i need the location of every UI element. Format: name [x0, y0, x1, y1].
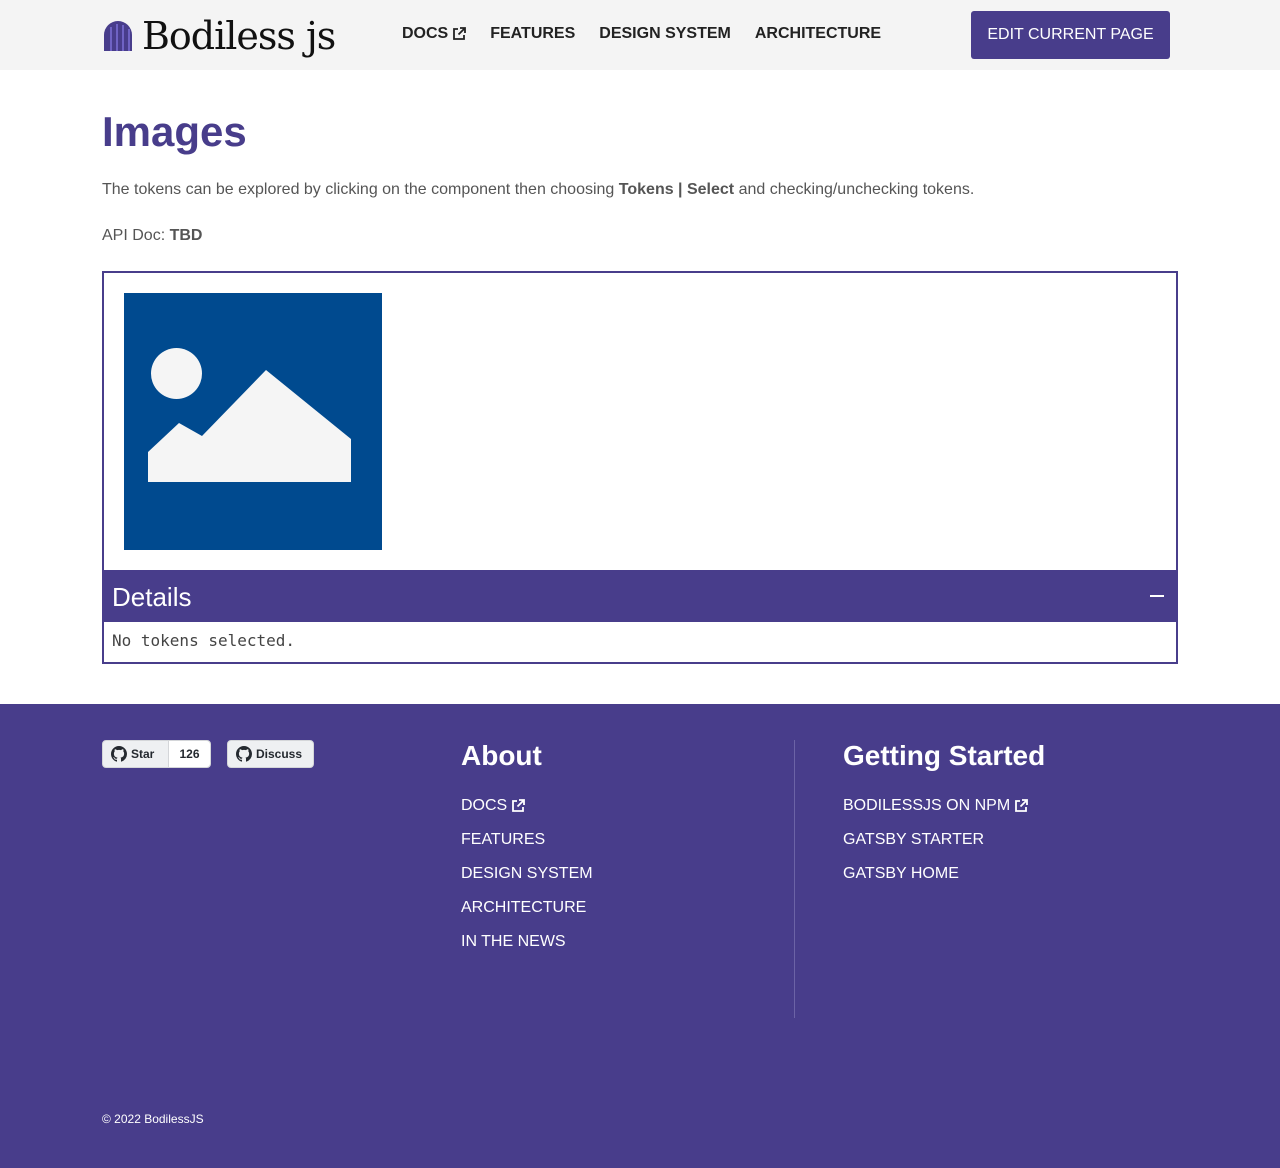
github-star-button[interactable]: Star 126 [102, 740, 211, 768]
component-demo-box: Details No tokens selected. [102, 271, 1178, 664]
intro-text: The tokens can be explored by clicking o… [102, 180, 974, 200]
star-segment: Star [103, 741, 169, 767]
getting-started-heading: Getting Started [843, 740, 1046, 771]
footer-divider [794, 740, 795, 1018]
collapse-icon [1150, 595, 1164, 597]
nav-features[interactable]: FEATURES [490, 24, 575, 44]
about-item: IN THE NEWS [461, 932, 593, 966]
details-title: Details [112, 582, 192, 612]
github-icon [111, 746, 127, 762]
copyright: © 2022 BodilessJS [102, 1112, 204, 1126]
footer-link-architecture[interactable]: ARCHITECTURE [461, 898, 593, 918]
edit-current-page-button[interactable]: EDIT CURRENT PAGE [971, 11, 1170, 59]
footer-link-in-the-news[interactable]: IN THE NEWS [461, 932, 593, 952]
getting-started-item: GATSBY STARTER [843, 830, 1028, 864]
footer-link-npm-label: BODILESSJS ON NPM [843, 797, 1011, 814]
footer-link-design-system[interactable]: DESIGN SYSTEM [461, 864, 593, 884]
site-logo[interactable]: Bodiless js [102, 14, 336, 58]
nav-architecture[interactable]: ARCHITECTURE [755, 24, 881, 44]
footer-link-npm[interactable]: BODILESSJS ON NPM [843, 796, 1029, 816]
about-item: ARCHITECTURE [461, 898, 593, 932]
logo-text: Bodiless js [142, 14, 336, 58]
tokens-output: No tokens selected. [112, 631, 296, 650]
about-links: DOCS FEATURES DESIGN SYSTEM ARCHITECTURE… [461, 796, 593, 966]
getting-started-item: BODILESSJS ON NPM [843, 796, 1029, 830]
about-item: DOCS [461, 796, 593, 830]
nav-docs-label: DOCS [402, 25, 449, 42]
intro-bold: Tokens | Select [618, 181, 735, 198]
intro-prefix: The tokens can be explored by clicking o… [102, 181, 619, 198]
about-item: DESIGN SYSTEM [461, 864, 593, 898]
site-header: Bodiless js DOCS FEATURES DESIGN SYSTEM … [0, 0, 1280, 70]
footer-link-docs[interactable]: DOCS [461, 796, 593, 816]
details-toggle[interactable]: Details [104, 570, 1176, 622]
site-footer: Star 126 Discuss About DOCS FEATURES DES… [0, 704, 1280, 1168]
footer-link-gatsby-starter[interactable]: GATSBY STARTER [843, 830, 1028, 850]
logo-icon [104, 21, 132, 51]
page-title: Images [102, 108, 247, 155]
main-nav: DOCS FEATURES DESIGN SYSTEM ARCHITECTURE [402, 24, 905, 44]
github-icon [236, 746, 252, 762]
api-doc-value: TBD [169, 227, 203, 244]
star-count[interactable]: 126 [169, 741, 210, 767]
external-link-icon [512, 799, 526, 812]
star-label: Star [131, 747, 155, 761]
nav-design-system[interactable]: DESIGN SYSTEM [599, 24, 731, 44]
getting-started-links: BODILESSJS ON NPM GATSBY STARTER GATSBY … [843, 796, 1029, 898]
external-link-icon [453, 27, 467, 40]
image-icon [148, 348, 351, 482]
image-placeholder[interactable] [124, 293, 382, 550]
api-doc-label: API Doc: [102, 227, 170, 244]
footer-link-gatsby-home[interactable]: GATSBY HOME [843, 864, 1028, 884]
api-doc: API Doc: TBD [102, 226, 202, 246]
getting-started-item: GATSBY HOME [843, 864, 1028, 898]
github-discuss-button[interactable]: Discuss [227, 740, 314, 768]
discuss-label: Discuss [256, 747, 303, 761]
nav-docs[interactable]: DOCS [402, 24, 467, 44]
footer-link-features[interactable]: FEATURES [461, 830, 593, 850]
external-link-icon [1015, 799, 1029, 812]
intro-suffix: and checking/unchecking tokens. [734, 181, 975, 198]
footer-link-docs-label: DOCS [461, 797, 508, 814]
about-item: FEATURES [461, 830, 593, 864]
about-heading: About [461, 740, 542, 771]
